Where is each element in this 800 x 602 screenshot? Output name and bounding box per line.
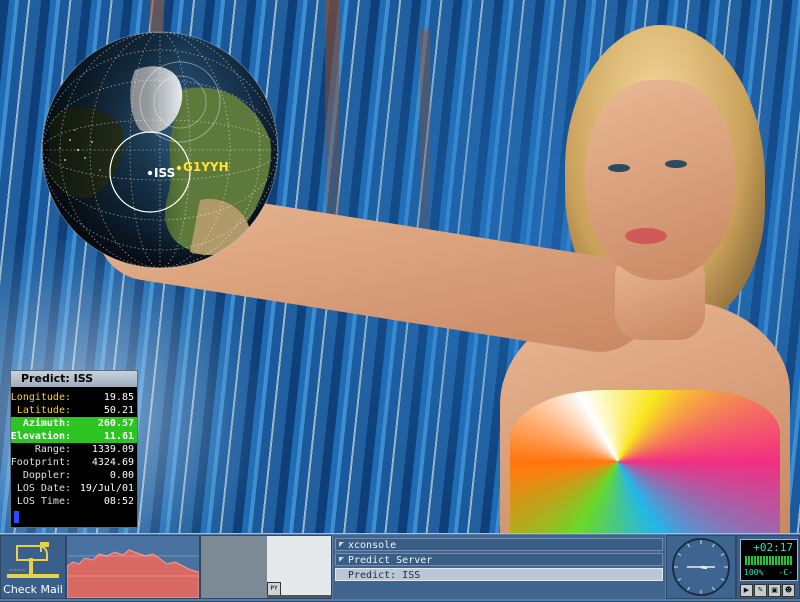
eye-shape bbox=[665, 160, 687, 168]
lips-shape bbox=[625, 228, 667, 244]
lock-icon[interactable]: ▣ bbox=[768, 584, 781, 597]
battery-time: +02:17 bbox=[753, 541, 793, 554]
iss-label: ISS bbox=[154, 166, 176, 180]
task-label: Predict Server bbox=[348, 555, 433, 566]
row-label: Footprint: bbox=[10, 457, 71, 468]
row-label: Azimuth: bbox=[22, 418, 71, 429]
user-icon[interactable]: ☻ bbox=[782, 584, 795, 597]
row-label: Range: bbox=[34, 444, 71, 455]
taskbar: ~~~~ Check Mail PY xconsole Predict Serv… bbox=[0, 533, 800, 601]
eye-shape bbox=[608, 164, 630, 172]
battery-level-bar bbox=[745, 556, 793, 565]
battery-monitor[interactable]: +02:17 100% -C- ▶ ✎ ▣ ☻ bbox=[736, 535, 800, 599]
predict-row-range: Range: 1339.09 bbox=[11, 443, 137, 456]
mailbox-icon: ~~~~ bbox=[7, 542, 59, 578]
battery-display: +02:17 100% -C- bbox=[740, 539, 798, 581]
station-label: G1YYH bbox=[183, 160, 229, 174]
predict-row-doppler: Doppler: 0.00 bbox=[11, 469, 137, 482]
predict-row-longitude: Longitude: 19.85 bbox=[11, 391, 137, 404]
row-label: LOS Time: bbox=[16, 496, 71, 507]
pager-window-strip bbox=[267, 595, 331, 598]
row-label: Latitude: bbox=[16, 405, 71, 416]
globe-graphic bbox=[41, 31, 279, 269]
row-value: 260.57 bbox=[97, 418, 134, 429]
clock-face-icon bbox=[672, 538, 730, 596]
station-marker bbox=[176, 165, 182, 171]
check-mail-label: Check Mail bbox=[3, 583, 63, 596]
predict-row-azimuth: Azimuth: 260.57 bbox=[11, 417, 137, 430]
desktop-pager[interactable]: PY bbox=[200, 535, 332, 599]
predict-progress-bar bbox=[14, 511, 19, 523]
predict-row-footprint: Footprint: 4324.69 bbox=[11, 456, 137, 469]
row-label: Doppler: bbox=[22, 470, 71, 481]
predict-row-los-date: LOS Date: 19/Jul/01 bbox=[11, 482, 137, 495]
power-plug-status: -C- bbox=[778, 568, 793, 577]
predict-panel: Predict: ISS Longitude: 19.85 Latitude: 50… bbox=[10, 370, 138, 528]
play-icon[interactable]: ▶ bbox=[740, 584, 753, 597]
svg-text:~~~~: ~~~~ bbox=[9, 568, 26, 574]
check-mail-button[interactable]: ~~~~ Check Mail bbox=[0, 535, 66, 599]
task-label: Predict: ISS bbox=[348, 570, 421, 581]
task-xconsole[interactable]: xconsole bbox=[335, 538, 663, 551]
window-menu-icon bbox=[339, 557, 344, 562]
pager-window-thumb[interactable]: PY bbox=[267, 582, 281, 596]
battery-percent: 100% bbox=[744, 568, 764, 577]
row-label: Elevation: bbox=[10, 431, 71, 442]
cpu-load-monitor[interactable] bbox=[66, 535, 200, 599]
task-label: xconsole bbox=[348, 540, 397, 551]
row-value: 11.61 bbox=[103, 431, 134, 442]
edit-icon[interactable]: ✎ bbox=[754, 584, 767, 597]
earth-globe: ISS G1YYH bbox=[40, 30, 280, 270]
task-predict-iss[interactable]: Predict: ISS bbox=[335, 568, 663, 581]
row-value: 08:52 bbox=[103, 496, 134, 507]
row-value: 0.00 bbox=[109, 470, 134, 481]
task-list: xconsole Predict Server Predict: ISS bbox=[333, 535, 665, 599]
row-label: LOS Date: bbox=[16, 483, 71, 494]
predict-title[interactable]: Predict: ISS bbox=[11, 371, 137, 387]
face-shape bbox=[585, 80, 735, 280]
task-predict-server[interactable]: Predict Server bbox=[335, 553, 663, 566]
predict-row-los-time: LOS Time: 08:52 bbox=[11, 495, 137, 508]
pager-desktop-2[interactable]: PY bbox=[267, 536, 331, 598]
iss-marker bbox=[147, 170, 153, 176]
predict-rows: Longitude: 19.85 Latitude: 50.21 Azimuth: 2… bbox=[11, 387, 137, 508]
row-value: 19.85 bbox=[103, 392, 134, 403]
dress-shape bbox=[510, 390, 780, 533]
row-value: 4324.69 bbox=[91, 457, 134, 468]
row-value: 19/Jul/01 bbox=[79, 483, 134, 494]
night-shade bbox=[42, 32, 278, 268]
row-label: Longitude: bbox=[10, 392, 71, 403]
analog-clock[interactable] bbox=[666, 535, 736, 599]
row-value: 1339.09 bbox=[91, 444, 134, 455]
cpu-graph bbox=[66, 549, 200, 599]
row-value: 50.21 bbox=[103, 405, 134, 416]
predict-row-elevation: Elevation: 11.61 bbox=[11, 430, 137, 443]
predict-row-latitude: Latitude: 50.21 bbox=[11, 404, 137, 417]
window-menu-icon bbox=[339, 542, 344, 547]
